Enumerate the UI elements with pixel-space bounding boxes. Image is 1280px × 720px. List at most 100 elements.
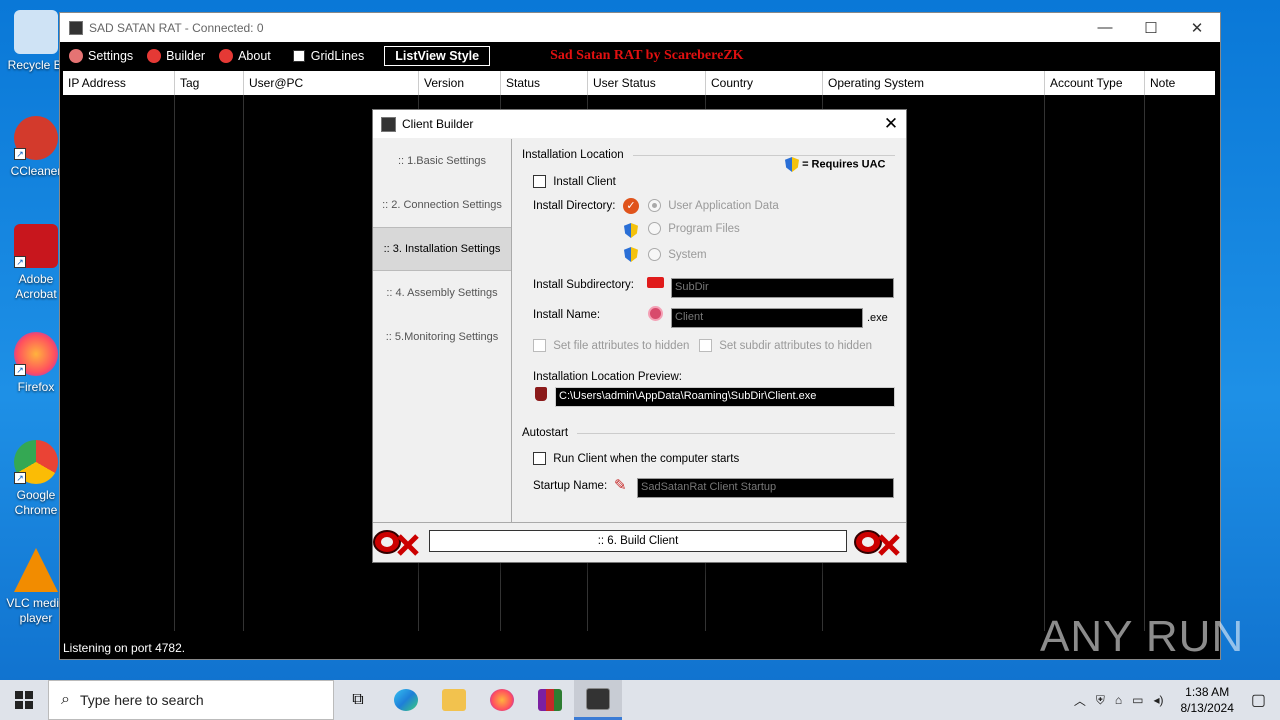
dialog-footer: :: 6. Build Client (373, 522, 906, 562)
clock[interactable]: 1:38 AM 8/13/2024 (1180, 684, 1233, 716)
edge-icon (394, 689, 418, 711)
main-titlebar[interactable]: SAD SATAN RAT - Connected: 0 — ☐ ✕ (60, 13, 1220, 42)
column-header[interactable]: User@PC (244, 71, 419, 95)
shortcut-arrow-icon: ↗ (14, 364, 26, 376)
network-icon[interactable]: ▭ (1132, 693, 1143, 707)
install-client-label: Install Client (553, 175, 616, 188)
nav-assembly-settings[interactable]: :: 4. Assembly Settings (373, 271, 511, 315)
ccleaner-icon: ↗ (14, 116, 58, 160)
build-client-button[interactable]: :: 6. Build Client (429, 530, 847, 552)
menu-builder[interactable]: Builder (147, 49, 205, 63)
checkbox-box[interactable] (533, 339, 546, 352)
checkbox-box[interactable] (533, 175, 546, 188)
menu-settings[interactable]: Settings (69, 49, 133, 63)
checkbox-box[interactable] (533, 452, 546, 465)
install-client-checkbox[interactable]: Install Client (533, 175, 616, 188)
taskbar-edge[interactable] (382, 680, 430, 720)
dialog-titlebar[interactable]: Client Builder ✕ (373, 110, 906, 138)
column-header[interactable]: Note (1145, 71, 1215, 95)
menu-settings-label: Settings (88, 49, 134, 63)
recycle-bin-icon (14, 10, 58, 54)
start-button[interactable] (0, 680, 48, 720)
taskbar-firefox[interactable] (478, 680, 526, 720)
gridlines-checkbox[interactable] (292, 50, 305, 62)
run-on-start-checkbox[interactable]: Run Client when the computer starts (533, 452, 739, 465)
maximize-button[interactable]: ☐ (1128, 19, 1174, 37)
hide-subdir-label: Set subdir attributes to hidden (719, 339, 872, 352)
dialog-close-button[interactable]: ✕ (876, 114, 906, 134)
dir-option-appdata[interactable]: User Application Data (648, 199, 779, 212)
close-button[interactable]: ✕ (1174, 19, 1220, 37)
taskbar-explorer[interactable] (430, 680, 478, 720)
firefox-icon (490, 689, 514, 711)
notification-icon[interactable]: ▢ (1251, 690, 1266, 710)
preview-path-field[interactable]: C:\Users\admin\AppData\Roaming\SubDir\Cl… (555, 387, 895, 407)
minimize-button[interactable]: — (1082, 19, 1128, 37)
hide-subdir-checkbox[interactable]: Set subdir attributes to hidden (699, 339, 872, 352)
vlc-icon (14, 548, 58, 592)
listview-style-button[interactable]: ListView Style (384, 46, 491, 66)
search-placeholder: Type here to search (79, 692, 204, 708)
install-name-label: Install Name: (533, 309, 601, 321)
install-subdirectory-input[interactable]: SubDir (671, 278, 894, 298)
column-header[interactable]: Country (706, 71, 823, 95)
column-header[interactable]: Version (419, 71, 501, 95)
checkbox-box[interactable] (699, 339, 712, 352)
nav-installation-settings[interactable]: :: 3. Installation Settings (373, 227, 511, 271)
menu-builder-label: Builder (166, 49, 206, 63)
windows-icon (15, 691, 33, 709)
settings-icon (69, 49, 83, 63)
column-header[interactable]: Operating System (823, 71, 1045, 95)
clock-date: 8/13/2024 (1180, 701, 1234, 715)
menu-about[interactable]: About (219, 49, 271, 63)
builder-nav: :: 1.Basic Settings :: 2. Connection Set… (373, 139, 512, 523)
column-header[interactable]: IP Address (63, 71, 175, 95)
radio-button[interactable] (648, 222, 661, 235)
hide-file-checkbox[interactable]: Set file attributes to hidden (533, 339, 689, 352)
status-bar: Listening on port 4782. (63, 641, 186, 655)
hide-file-label: Set file attributes to hidden (553, 339, 690, 352)
requires-uac-legend: = Requires UAC (785, 157, 886, 172)
radio-button[interactable] (648, 248, 661, 261)
brand-title: Sad Satan RAT by ScarebereZK (550, 48, 744, 63)
run-on-start-label: Run Client when the computer starts (553, 452, 740, 465)
shortcut-arrow-icon: ↗ (14, 256, 26, 268)
startup-icon: ✎ (614, 477, 627, 494)
checkmark-icon: ✓ (623, 198, 639, 214)
search-icon: ⌕ (61, 691, 70, 708)
gridlines-toggle[interactable]: GridLines (292, 49, 365, 63)
about-icon (219, 49, 234, 63)
taskbar-winrar[interactable] (526, 680, 574, 720)
column-header[interactable]: Account Type (1045, 71, 1145, 95)
task-view-button[interactable]: ⧉ (334, 680, 382, 720)
device-icon[interactable]: ⌂ (1115, 693, 1122, 707)
gridlines-label: GridLines (310, 49, 365, 63)
defender-icon[interactable]: ⛨ (1096, 693, 1105, 708)
install-directory-label: Install Directory: (533, 200, 616, 212)
taskbar: ⌕ Type here to search ⧉ ︿ ⛨ ⌂ ▭ ◂) 1:38 … (0, 680, 1280, 720)
system-tray: ︿ ⛨ ⌂ ▭ ◂) 1:38 AM 8/13/2024 ▢ (1069, 680, 1280, 720)
column-header[interactable]: Tag (175, 71, 244, 95)
radio-button[interactable] (648, 199, 661, 212)
taskbar-rat-app[interactable] (574, 680, 622, 720)
dialog-title: Client Builder (402, 117, 474, 131)
builder-icon (147, 49, 162, 63)
taskbar-search[interactable]: ⌕ Type here to search (48, 680, 334, 720)
dir-option-program-files[interactable]: Program Files (648, 222, 740, 235)
nav-connection-settings[interactable]: :: 2. Connection Settings (373, 183, 511, 227)
dir-option-label: Program Files (668, 222, 740, 235)
requires-uac-label: = Requires UAC (802, 158, 886, 171)
column-header[interactable]: User Status (588, 71, 706, 95)
name-icon (648, 306, 663, 321)
dir-option-label: System (668, 248, 707, 261)
volume-icon[interactable]: ◂) (1153, 693, 1163, 707)
install-name-input[interactable]: Client (671, 308, 863, 328)
startup-name-input[interactable]: SadSatanRat Client Startup (637, 478, 894, 498)
column-header[interactable]: Status (501, 71, 588, 95)
shortcut-arrow-icon: ↗ (14, 472, 26, 484)
dir-option-system[interactable]: System (648, 248, 707, 261)
nav-monitoring-settings[interactable]: :: 5.Monitoring Settings (373, 315, 511, 359)
nav-basic-settings[interactable]: :: 1.Basic Settings (373, 139, 511, 183)
chevron-up-icon[interactable]: ︿ (1074, 692, 1086, 709)
client-builder-dialog: Client Builder ✕ :: 1.Basic Settings :: … (372, 109, 907, 563)
